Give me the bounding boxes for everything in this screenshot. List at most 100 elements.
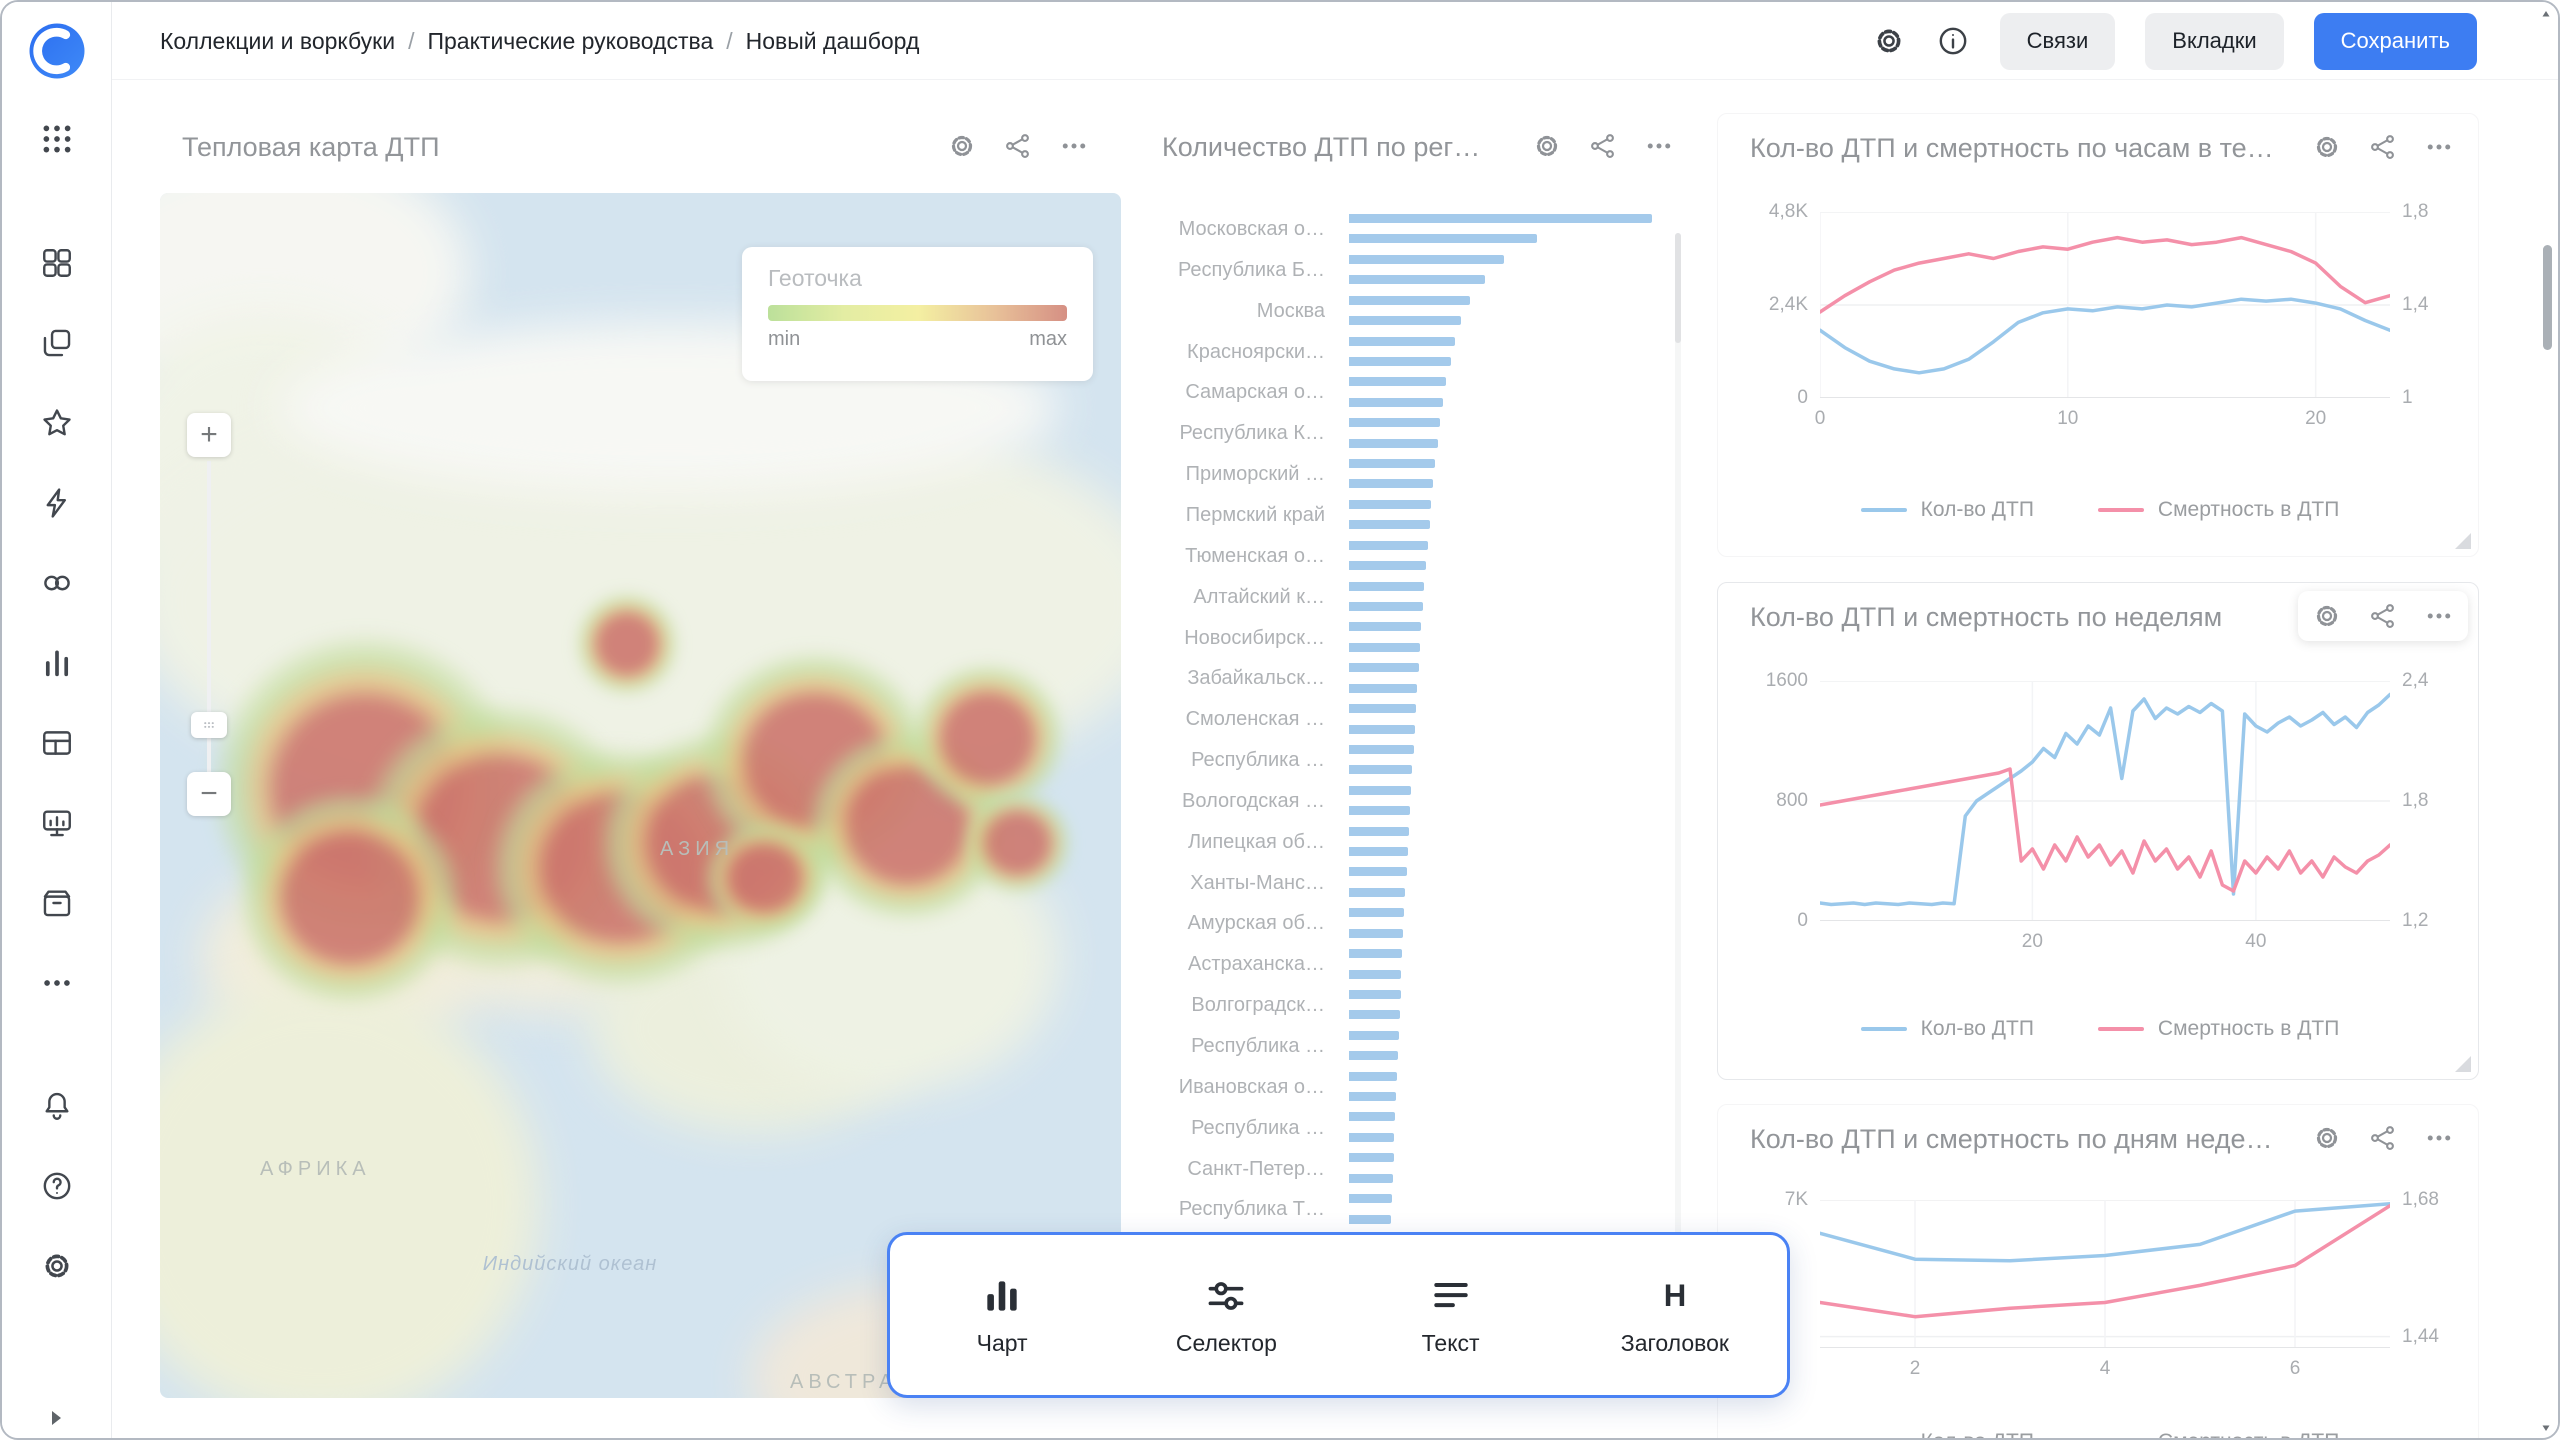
widget-links-icon[interactable] <box>2368 1123 2398 1153</box>
zoom-slider-thumb[interactable] <box>191 712 227 738</box>
bar[interactable] <box>1349 970 1401 979</box>
add-text-button[interactable]: Текст <box>1366 1274 1536 1357</box>
breadcrumb-item[interactable]: Коллекции и воркбуки <box>160 28 395 55</box>
bar[interactable] <box>1349 296 1470 305</box>
window-scrollbar[interactable] <box>2539 5 2555 1435</box>
bar[interactable] <box>1349 1174 1393 1183</box>
bar[interactable] <box>1349 459 1435 468</box>
bar[interactable] <box>1349 234 1537 243</box>
bar[interactable] <box>1349 908 1404 917</box>
add-title-button[interactable]: HЗаголовок <box>1590 1274 1760 1357</box>
settings-gear-icon[interactable] <box>1872 24 1906 58</box>
widget-menu-icon[interactable] <box>2424 132 2454 162</box>
bar[interactable] <box>1349 806 1410 815</box>
apps-grid-icon[interactable] <box>40 122 74 156</box>
bar[interactable] <box>1349 929 1403 938</box>
bar[interactable] <box>1349 1153 1394 1162</box>
bar[interactable] <box>1349 1051 1398 1060</box>
widget-menu-icon[interactable] <box>2424 601 2454 631</box>
scroll-up-icon[interactable] <box>2540 7 2552 19</box>
add-chart-button[interactable]: Чарт <box>917 1274 1087 1357</box>
scroll-down-icon[interactable] <box>2540 1421 2552 1433</box>
bar[interactable] <box>1349 377 1446 386</box>
bell-icon[interactable] <box>40 1089 74 1123</box>
bars-scrollbar-thumb[interactable] <box>1675 233 1681 343</box>
bar[interactable] <box>1349 337 1455 346</box>
bar[interactable] <box>1349 684 1417 693</box>
bar[interactable] <box>1349 520 1430 529</box>
legend-item[interactable]: Кол-во ДТП <box>1861 498 2034 522</box>
resize-handle[interactable] <box>2455 533 2471 549</box>
bar[interactable] <box>1349 439 1438 448</box>
bar[interactable] <box>1349 663 1419 672</box>
bar[interactable] <box>1349 949 1402 958</box>
bar[interactable] <box>1349 827 1409 836</box>
bar[interactable] <box>1349 316 1461 325</box>
bar[interactable] <box>1349 745 1414 754</box>
bar[interactable] <box>1349 1072 1397 1081</box>
layers-icon[interactable] <box>40 326 74 360</box>
bar[interactable] <box>1349 602 1423 611</box>
bolt-icon[interactable] <box>40 486 74 520</box>
bar[interactable] <box>1349 990 1401 999</box>
resize-handle[interactable] <box>2455 1056 2471 1072</box>
bar[interactable] <box>1349 643 1420 652</box>
bar[interactable] <box>1349 847 1408 856</box>
squares-icon[interactable] <box>40 246 74 280</box>
zoom-in-button[interactable]: + <box>187 413 231 457</box>
widget-settings-icon[interactable] <box>947 131 977 161</box>
widget-links-icon[interactable] <box>2368 132 2398 162</box>
heatmap-map[interactable]: АЗИЯ АФРИКА Индийский океан АВСТРАЛИЯ Ге… <box>160 193 1121 1398</box>
add-selector-button[interactable]: Селектор <box>1141 1274 1311 1357</box>
bar[interactable] <box>1349 541 1428 550</box>
bar[interactable] <box>1349 582 1424 591</box>
box-icon[interactable] <box>40 886 74 920</box>
widget-links-icon[interactable] <box>2368 601 2398 631</box>
bar[interactable] <box>1349 1215 1391 1224</box>
widget-settings-icon[interactable] <box>2312 601 2342 631</box>
links-button[interactable]: Связи <box>2000 13 2116 70</box>
more-icon[interactable] <box>40 966 74 1000</box>
window-scrollbar-thumb[interactable] <box>2543 245 2552 350</box>
chart-bars-icon[interactable] <box>40 646 74 680</box>
bar[interactable] <box>1349 561 1426 570</box>
rings-icon[interactable] <box>40 566 74 600</box>
widget-menu-icon[interactable] <box>1059 131 1089 161</box>
bar[interactable] <box>1349 1112 1395 1121</box>
table-icon[interactable] <box>40 726 74 760</box>
bar[interactable] <box>1349 725 1415 734</box>
gear-icon[interactable] <box>40 1249 74 1283</box>
bar[interactable] <box>1349 398 1443 407</box>
breadcrumb-item[interactable]: Практические руководства <box>427 28 713 55</box>
sidebar-collapse-button[interactable] <box>44 1406 68 1430</box>
legend-item[interactable]: Кол-во ДТП <box>1861 1430 2034 1438</box>
bars-scrollbar[interactable] <box>1675 233 1681 1373</box>
info-icon[interactable] <box>1936 24 1970 58</box>
bar[interactable] <box>1349 1010 1400 1019</box>
widget-settings-icon[interactable] <box>2312 1123 2342 1153</box>
hours-chart-plot[interactable] <box>1820 212 2390 398</box>
legend-item[interactable]: Кол-во ДТП <box>1861 1017 2034 1041</box>
bar[interactable] <box>1349 1092 1396 1101</box>
monitor-icon[interactable] <box>40 806 74 840</box>
bar[interactable] <box>1349 622 1421 631</box>
bar[interactable] <box>1349 1194 1392 1203</box>
zoom-slider-track[interactable] <box>207 461 211 791</box>
help-icon[interactable] <box>40 1169 74 1203</box>
weekday-chart-plot[interactable] <box>1820 1200 2390 1348</box>
legend-item[interactable]: Смертность в ДТП <box>2098 1017 2339 1041</box>
widget-links-icon[interactable] <box>1003 131 1033 161</box>
bar[interactable] <box>1349 704 1416 713</box>
bar[interactable] <box>1349 418 1440 427</box>
weeks-chart-plot[interactable] <box>1820 681 2390 921</box>
tabs-button[interactable]: Вкладки <box>2145 13 2283 70</box>
bar[interactable] <box>1349 867 1407 876</box>
bar[interactable] <box>1349 786 1411 795</box>
bar[interactable] <box>1349 888 1405 897</box>
legend-item[interactable]: Смертность в ДТП <box>2098 498 2339 522</box>
star-icon[interactable] <box>40 406 74 440</box>
bar[interactable] <box>1349 479 1433 488</box>
bar[interactable] <box>1349 275 1485 284</box>
bar[interactable] <box>1349 765 1412 774</box>
bar[interactable] <box>1349 214 1652 223</box>
